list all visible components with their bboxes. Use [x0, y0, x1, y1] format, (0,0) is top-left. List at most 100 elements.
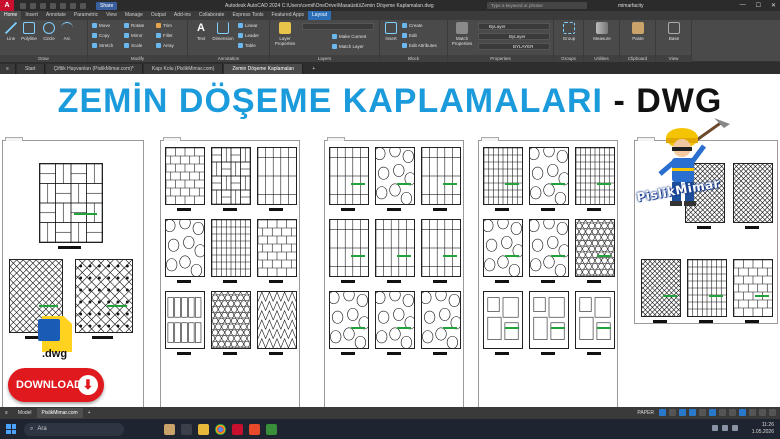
volume-icon[interactable]: [732, 425, 738, 431]
file-explorer-icon[interactable]: [198, 423, 209, 435]
redo-icon[interactable]: [80, 2, 86, 9]
layout-tab-model[interactable]: Model: [13, 408, 37, 418]
match-properties-button[interactable]: Match Properties: [450, 22, 474, 46]
otrack-toggle-icon[interactable]: [709, 409, 716, 416]
hatch-tile[interactable]: [575, 291, 615, 349]
undo-icon[interactable]: [70, 2, 76, 9]
sheet-4[interactable]: [478, 137, 618, 418]
app2-icon[interactable]: [266, 423, 277, 435]
hatch-tile[interactable]: [483, 147, 523, 205]
mirror-button[interactable]: Mirror: [124, 33, 143, 38]
user-account[interactable]: mimarfacity: [618, 3, 644, 9]
hatch-tile[interactable]: [211, 291, 251, 349]
hatch-tile[interactable]: [483, 291, 523, 349]
maximize-button[interactable]: ☐: [756, 2, 761, 9]
hatch-tile[interactable]: [421, 219, 461, 277]
layer-dropdown[interactable]: [302, 23, 374, 30]
hatch-tile[interactable]: [641, 259, 681, 317]
edit-button[interactable]: Edit: [402, 33, 417, 38]
hatch-tile[interactable]: [529, 147, 569, 205]
dimension-button[interactable]: Dimension: [210, 22, 236, 41]
widgets-icon[interactable]: [164, 423, 175, 435]
hatch-tile[interactable]: [575, 219, 615, 277]
trim-button[interactable]: Trim: [156, 23, 172, 28]
insert-button[interactable]: Insert: [382, 22, 400, 41]
isolate-icon[interactable]: [749, 409, 756, 416]
taskbar-search[interactable]: ⌕ Ara: [24, 422, 124, 436]
file-tab-zemin[interactable]: Zemin Döşeme Kaplamaları: [224, 64, 304, 74]
paper-space-label[interactable]: PAPER: [637, 410, 654, 416]
tab-add-ins[interactable]: Add-ins: [170, 11, 195, 20]
tab-output[interactable]: Output: [147, 11, 170, 20]
table-button[interactable]: Table: [238, 43, 256, 48]
share-button[interactable]: Share: [96, 1, 118, 10]
hatch-tile[interactable]: [39, 163, 103, 243]
lineweight-dropdown[interactable]: BYLAYER: [478, 43, 550, 50]
copy-button[interactable]: Copy: [92, 33, 110, 38]
tab-home[interactable]: Home: [0, 11, 22, 20]
tab-layout[interactable]: Layout: [308, 11, 332, 20]
linetype-dropdown[interactable]: ByLayer: [478, 33, 550, 40]
tab-insert[interactable]: Insert: [21, 11, 42, 20]
hatch-tile[interactable]: [165, 147, 205, 205]
hatch-tile[interactable]: [421, 147, 461, 205]
save-as-icon[interactable]: [50, 2, 56, 9]
customize-icon[interactable]: [769, 409, 776, 416]
sheet-2[interactable]: [160, 137, 300, 418]
tab-parametric[interactable]: Parametric: [70, 11, 102, 20]
file-tab-ciftlik[interactable]: Çiftlik Hayvanları (PislikMimar.com)*: [45, 64, 143, 74]
measure-button[interactable]: Measure: [586, 22, 618, 41]
tab-express-tools[interactable]: Express Tools: [228, 11, 267, 20]
hatch-tile[interactable]: [733, 163, 773, 223]
hatch-tile[interactable]: [375, 147, 415, 205]
open-icon[interactable]: [30, 2, 36, 9]
hatch-tile[interactable]: [483, 219, 523, 277]
fillet-button[interactable]: Fillet: [156, 33, 173, 38]
hatch-tile[interactable]: [421, 291, 461, 349]
hatch-tile[interactable]: [257, 291, 297, 349]
chrome-icon[interactable]: [215, 423, 226, 435]
rotate-button[interactable]: Rotate: [124, 23, 144, 28]
windows-start-icon[interactable]: [6, 424, 16, 434]
linear-button[interactable]: Linear: [238, 23, 258, 28]
hamburger-icon[interactable]: ≡: [0, 408, 13, 418]
hatch-tile[interactable]: [529, 291, 569, 349]
menu-icon[interactable]: ≡: [0, 64, 16, 74]
hatch-tile[interactable]: [575, 147, 615, 205]
tab-collaborate[interactable]: Collaborate: [195, 11, 229, 20]
hatch-tile[interactable]: [687, 259, 727, 317]
sheet-3[interactable]: [324, 137, 464, 418]
hatch-tile[interactable]: [165, 291, 205, 349]
tab-featured-apps[interactable]: Featured Apps: [268, 11, 309, 20]
new-icon[interactable]: [20, 2, 26, 9]
tab-view[interactable]: View: [102, 11, 121, 20]
color-dropdown[interactable]: ByLayer: [478, 23, 550, 30]
search-input[interactable]: Type a keyword or phrase: [487, 2, 587, 9]
file-tab-start[interactable]: Start: [17, 64, 45, 74]
hatch-tile[interactable]: [329, 291, 369, 349]
fullscreen-icon[interactable]: [759, 409, 766, 416]
tab-annotate[interactable]: Annotate: [42, 11, 70, 20]
edit-attributes-button[interactable]: Edit Attributes: [402, 43, 437, 48]
hatch-tile[interactable]: [375, 291, 415, 349]
leader-button[interactable]: Leader: [238, 33, 259, 38]
workspace-icon[interactable]: [739, 409, 746, 416]
chevron-up-icon[interactable]: [712, 425, 718, 431]
text-button[interactable]: A Text: [192, 22, 210, 41]
match-layer-button[interactable]: Match Layer: [332, 44, 364, 49]
download-button[interactable]: DOWNLOAD ⬇: [8, 368, 104, 402]
new-tab-icon[interactable]: +: [304, 64, 323, 74]
add-layout-icon[interactable]: +: [83, 408, 96, 418]
close-button[interactable]: ✕: [771, 2, 776, 9]
minimize-button[interactable]: —: [740, 2, 746, 9]
hatch-tile[interactable]: [211, 219, 251, 277]
layer-properties-button[interactable]: Layer Properties: [272, 22, 298, 46]
create-button[interactable]: Create: [402, 23, 423, 28]
hatch-tile[interactable]: [375, 219, 415, 277]
hatch-tile[interactable]: [257, 147, 297, 205]
snap-toggle-icon[interactable]: [669, 409, 676, 416]
task-view-icon[interactable]: [181, 423, 192, 435]
hatch-tile[interactable]: [733, 259, 773, 317]
clock[interactable]: 11:26 1.05.2026: [752, 422, 774, 436]
hatch-tile[interactable]: [329, 219, 369, 277]
